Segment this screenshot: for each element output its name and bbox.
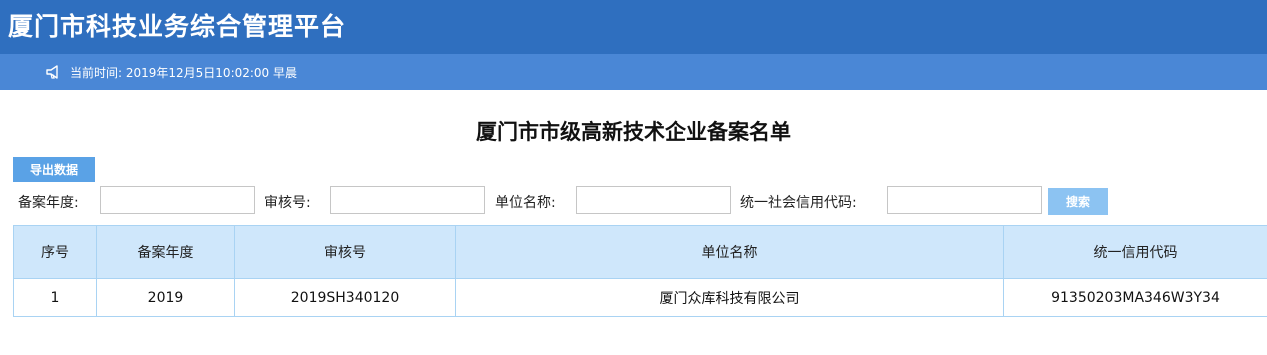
current-time: 当前时间: 2019年12月5日10:02:00 早晨	[70, 66, 298, 80]
filter-label-audit-no: 审核号:	[264, 195, 311, 211]
filter-label-credit-code: 统一社会信用代码:	[740, 195, 857, 211]
table-header-row: 序号 备案年度 审核号 单位名称 统一信用代码	[13, 225, 1267, 279]
filter-year-input[interactable]	[100, 186, 255, 214]
cell-company: 厦门众库科技有限公司	[455, 278, 1004, 317]
column-header-audit-no: 审核号	[234, 225, 456, 279]
page-title: 厦门市市级高新技术企业备案名单	[476, 120, 791, 144]
filter-company-input[interactable]	[576, 186, 731, 214]
cell-year: 2019	[96, 278, 235, 317]
filter-label-company: 单位名称:	[495, 195, 556, 211]
table-row: 1 2019 2019SH340120 厦门众库科技有限公司 91350203M…	[13, 278, 1267, 317]
app-title: 厦门市科技业务综合管理平台	[8, 12, 347, 41]
top-banner: 厦门市科技业务综合管理平台	[0, 0, 1267, 54]
column-header-credit-code: 统一信用代码	[1003, 225, 1267, 279]
filter-credit-code-input[interactable]	[887, 186, 1042, 214]
column-header-year: 备案年度	[96, 225, 235, 279]
search-button[interactable]: 搜索	[1048, 188, 1108, 215]
result-table: 序号 备案年度 审核号 单位名称 统一信用代码 1 2019 2019SH340…	[13, 225, 1267, 317]
cell-audit-no: 2019SH340120	[234, 278, 456, 317]
cell-index: 1	[13, 278, 97, 317]
speaker-icon	[44, 63, 64, 81]
column-header-company: 单位名称	[455, 225, 1004, 279]
filter-label-year: 备案年度:	[18, 195, 79, 211]
filter-audit-no-input[interactable]	[330, 186, 485, 214]
cell-credit-code: 91350203MA346W3Y34	[1003, 278, 1267, 317]
export-data-button[interactable]: 导出数据	[13, 157, 95, 182]
column-header-index: 序号	[13, 225, 97, 279]
